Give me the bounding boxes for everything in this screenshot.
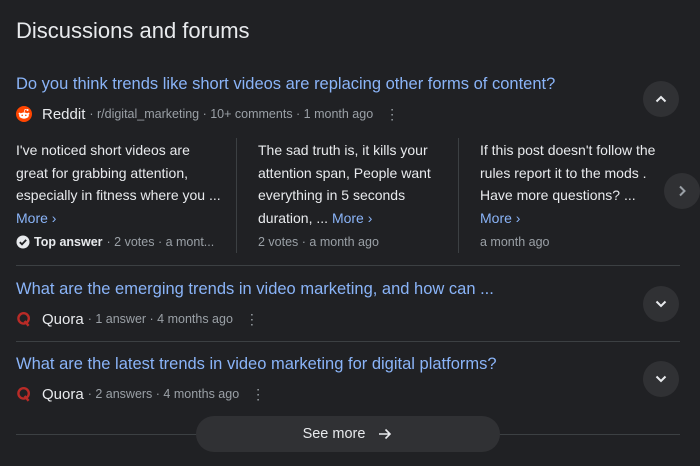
answer-card-2[interactable]: The sad truth is, it kills your attentio…	[258, 139, 454, 249]
more-link[interactable]: More ›	[480, 210, 520, 226]
thread-meta-2: Quora · 1 answer · 4 months ago ⋮	[16, 309, 259, 329]
divider	[16, 265, 680, 266]
thread-meta-3: Quora · 2 answers · 4 months ago ⋮	[16, 384, 265, 404]
thread-meta-text: · r/digital_marketing · 10+ comments · 1…	[89, 107, 374, 121]
answer-card-1[interactable]: I've noticed short videos are great for …	[16, 139, 222, 249]
see-more-label: See more	[302, 426, 366, 442]
check-circle-icon	[16, 235, 30, 249]
divider	[16, 341, 680, 342]
expand-button-2[interactable]	[643, 286, 679, 322]
column-divider	[458, 138, 459, 253]
thread-meta-text: · 2 answers · 4 months ago	[87, 387, 240, 401]
more-vert-icon[interactable]: ⋮	[251, 387, 265, 401]
chevron-down-icon	[655, 300, 667, 308]
chevron-right-icon	[679, 185, 686, 197]
arrow-right-icon	[379, 428, 392, 440]
more-link[interactable]: More ›	[16, 210, 56, 226]
thread-meta-text: · 1 answer · 4 months ago	[87, 312, 233, 326]
chevron-down-icon	[655, 375, 667, 383]
reddit-icon	[16, 106, 32, 122]
answer-text: If this post doesn't follow the rules re…	[480, 142, 656, 203]
answer-meta: a month ago	[480, 235, 550, 249]
see-more-button[interactable]: See more	[196, 416, 500, 452]
top-answer-badge: Top answer	[34, 235, 103, 249]
collapse-button-1[interactable]	[643, 81, 679, 117]
thread-title-3[interactable]: What are the latest trends in video mark…	[16, 355, 497, 374]
more-vert-icon[interactable]: ⋮	[245, 312, 259, 326]
chevron-up-icon	[655, 95, 667, 103]
next-answers-button[interactable]	[664, 173, 700, 209]
source-name[interactable]: Quora	[42, 311, 84, 328]
section-title: Discussions and forums	[16, 18, 250, 43]
quora-icon	[17, 312, 30, 327]
answer-meta: · 2 votes · a mont...	[106, 235, 215, 249]
thread-meta-1: Reddit · r/digital_marketing · 10+ comme…	[16, 104, 399, 124]
source-name[interactable]: Reddit	[42, 106, 85, 123]
quora-icon	[17, 387, 30, 402]
answer-card-3[interactable]: If this post doesn't follow the rules re…	[480, 139, 664, 249]
thread-title-2[interactable]: What are the emerging trends in video ma…	[16, 280, 494, 299]
source-name[interactable]: Quora	[42, 386, 84, 403]
column-divider	[236, 138, 237, 253]
answer-meta: 2 votes · a month ago	[258, 235, 379, 249]
expand-button-3[interactable]	[643, 361, 679, 397]
more-vert-icon[interactable]: ⋮	[385, 107, 399, 121]
more-link[interactable]: More ›	[332, 210, 372, 226]
thread-title-1[interactable]: Do you think trends like short videos ar…	[16, 75, 555, 94]
answer-text: I've noticed short videos are great for …	[16, 142, 221, 203]
